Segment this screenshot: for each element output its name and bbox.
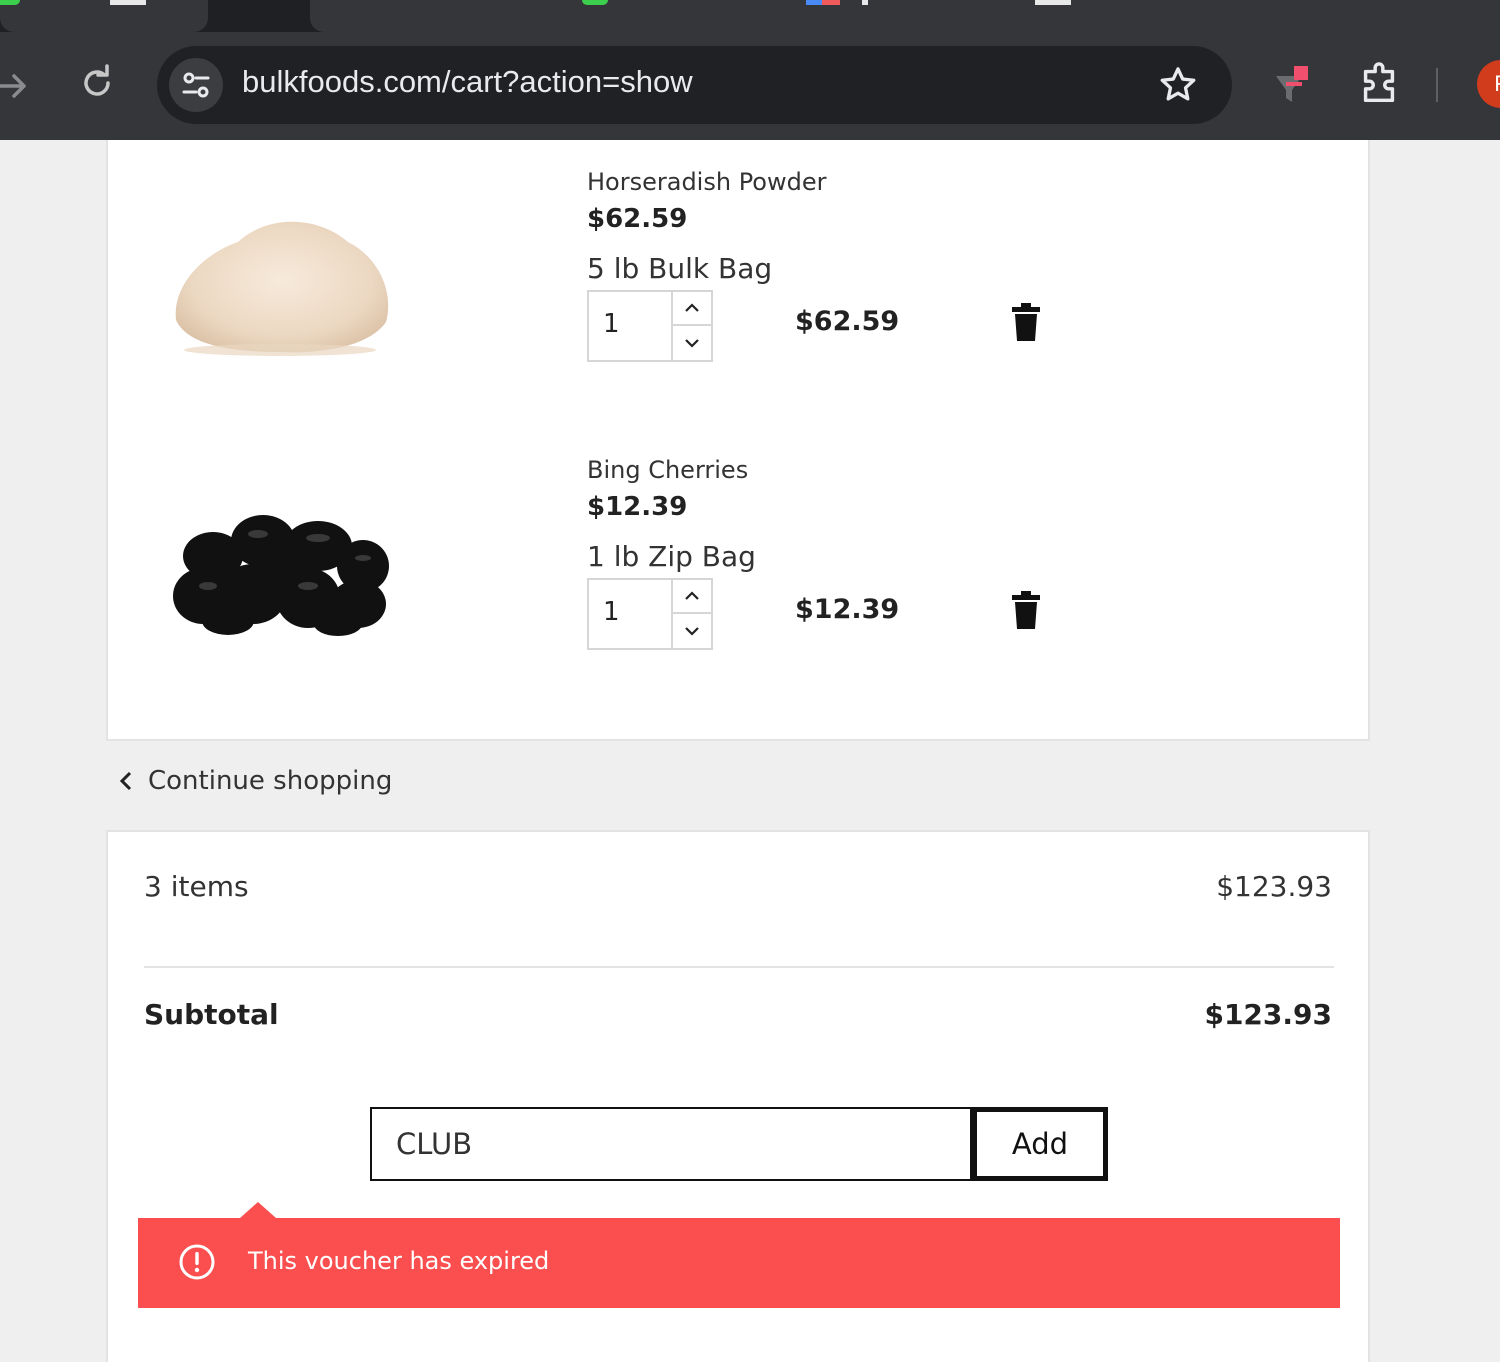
alert-pointer xyxy=(240,1202,276,1218)
chevron-up-icon xyxy=(685,303,699,312)
bing-cherries-image[interactable] xyxy=(168,486,398,656)
browser-tab-active[interactable] xyxy=(310,0,1500,32)
line-total: $62.59 xyxy=(795,306,900,337)
browser-tab[interactable] xyxy=(0,0,208,32)
error-exclamation-icon xyxy=(179,1244,215,1280)
reload-icon[interactable] xyxy=(77,64,117,104)
add-voucher-button[interactable]: Add xyxy=(972,1107,1108,1181)
cart-items-card: Horseradish Powder $62.59 5 lb Bulk Bag … xyxy=(106,140,1370,741)
chevron-down-icon xyxy=(685,339,699,348)
quantity-stepper[interactable]: 1 xyxy=(587,290,713,362)
product-variant: 1 lb Zip Bag xyxy=(587,540,756,573)
quantity-increase-button[interactable] xyxy=(673,580,711,614)
voucher-code-input[interactable]: CLUB xyxy=(370,1107,972,1181)
tab-favicon xyxy=(806,0,822,5)
product-name[interactable]: Horseradish Powder xyxy=(587,168,826,196)
delete-trash-icon[interactable] xyxy=(1011,303,1041,341)
quantity-decrease-button[interactable] xyxy=(673,614,711,648)
delete-trash-icon[interactable] xyxy=(1011,591,1041,629)
voucher-error-message: This voucher has expired xyxy=(248,1247,550,1275)
tab-favicon xyxy=(582,0,608,5)
horseradish-powder-image[interactable] xyxy=(168,202,398,372)
quantity-input[interactable]: 1 xyxy=(603,309,620,339)
bookmark-star-icon[interactable] xyxy=(1157,64,1199,106)
extension-funnel-icon[interactable] xyxy=(1272,62,1318,108)
tab-favicon xyxy=(862,0,868,5)
tab-favicon xyxy=(822,0,840,5)
site-info-button[interactable] xyxy=(169,58,223,112)
tab-strip xyxy=(0,0,1500,32)
items-total: $123.93 xyxy=(1216,870,1332,903)
unit-price: $62.59 xyxy=(587,204,688,234)
chevron-down-icon xyxy=(685,627,699,636)
toolbar-separator xyxy=(1436,68,1438,102)
product-variant: 5 lb Bulk Bag xyxy=(587,252,773,285)
line-total: $12.39 xyxy=(795,594,900,625)
cart-item: Bing Cherries $12.39 1 lb Zip Bag 1 $12.… xyxy=(108,428,1370,658)
summary-divider xyxy=(144,966,1334,968)
tab-favicon xyxy=(0,0,20,5)
subtotal-value: $123.93 xyxy=(1204,998,1332,1031)
extensions-puzzle-icon[interactable] xyxy=(1356,62,1402,108)
chevron-up-icon xyxy=(685,591,699,600)
tab-favicon xyxy=(110,0,146,5)
quantity-stepper[interactable]: 1 xyxy=(587,578,713,650)
cart-item: Horseradish Powder $62.59 5 lb Bulk Bag … xyxy=(108,140,1370,370)
continue-shopping-label[interactable]: Continue shopping xyxy=(148,766,392,796)
quantity-decrease-button[interactable] xyxy=(673,326,711,360)
chevron-left-icon xyxy=(119,771,132,791)
address-bar[interactable]: bulkfoods.com/cart?action=show xyxy=(157,46,1232,124)
url-text[interactable]: bulkfoods.com/cart?action=show xyxy=(242,64,693,100)
subtotal-label: Subtotal xyxy=(144,998,279,1031)
tab-favicon xyxy=(1035,0,1071,5)
voucher-error-alert: This voucher has expired xyxy=(138,1202,1340,1308)
unit-price: $12.39 xyxy=(587,492,688,522)
quantity-input[interactable]: 1 xyxy=(603,597,620,627)
continue-shopping-link[interactable]: Continue shopping xyxy=(118,766,392,796)
forward-icon[interactable] xyxy=(0,66,32,106)
tune-icon xyxy=(182,72,210,98)
items-count: 3 items xyxy=(144,870,249,903)
cart-summary-card: 3 items $123.93 Subtotal $123.93 CLUB Ad… xyxy=(106,830,1370,1362)
quantity-increase-button[interactable] xyxy=(673,292,711,326)
product-name[interactable]: Bing Cherries xyxy=(587,456,748,484)
